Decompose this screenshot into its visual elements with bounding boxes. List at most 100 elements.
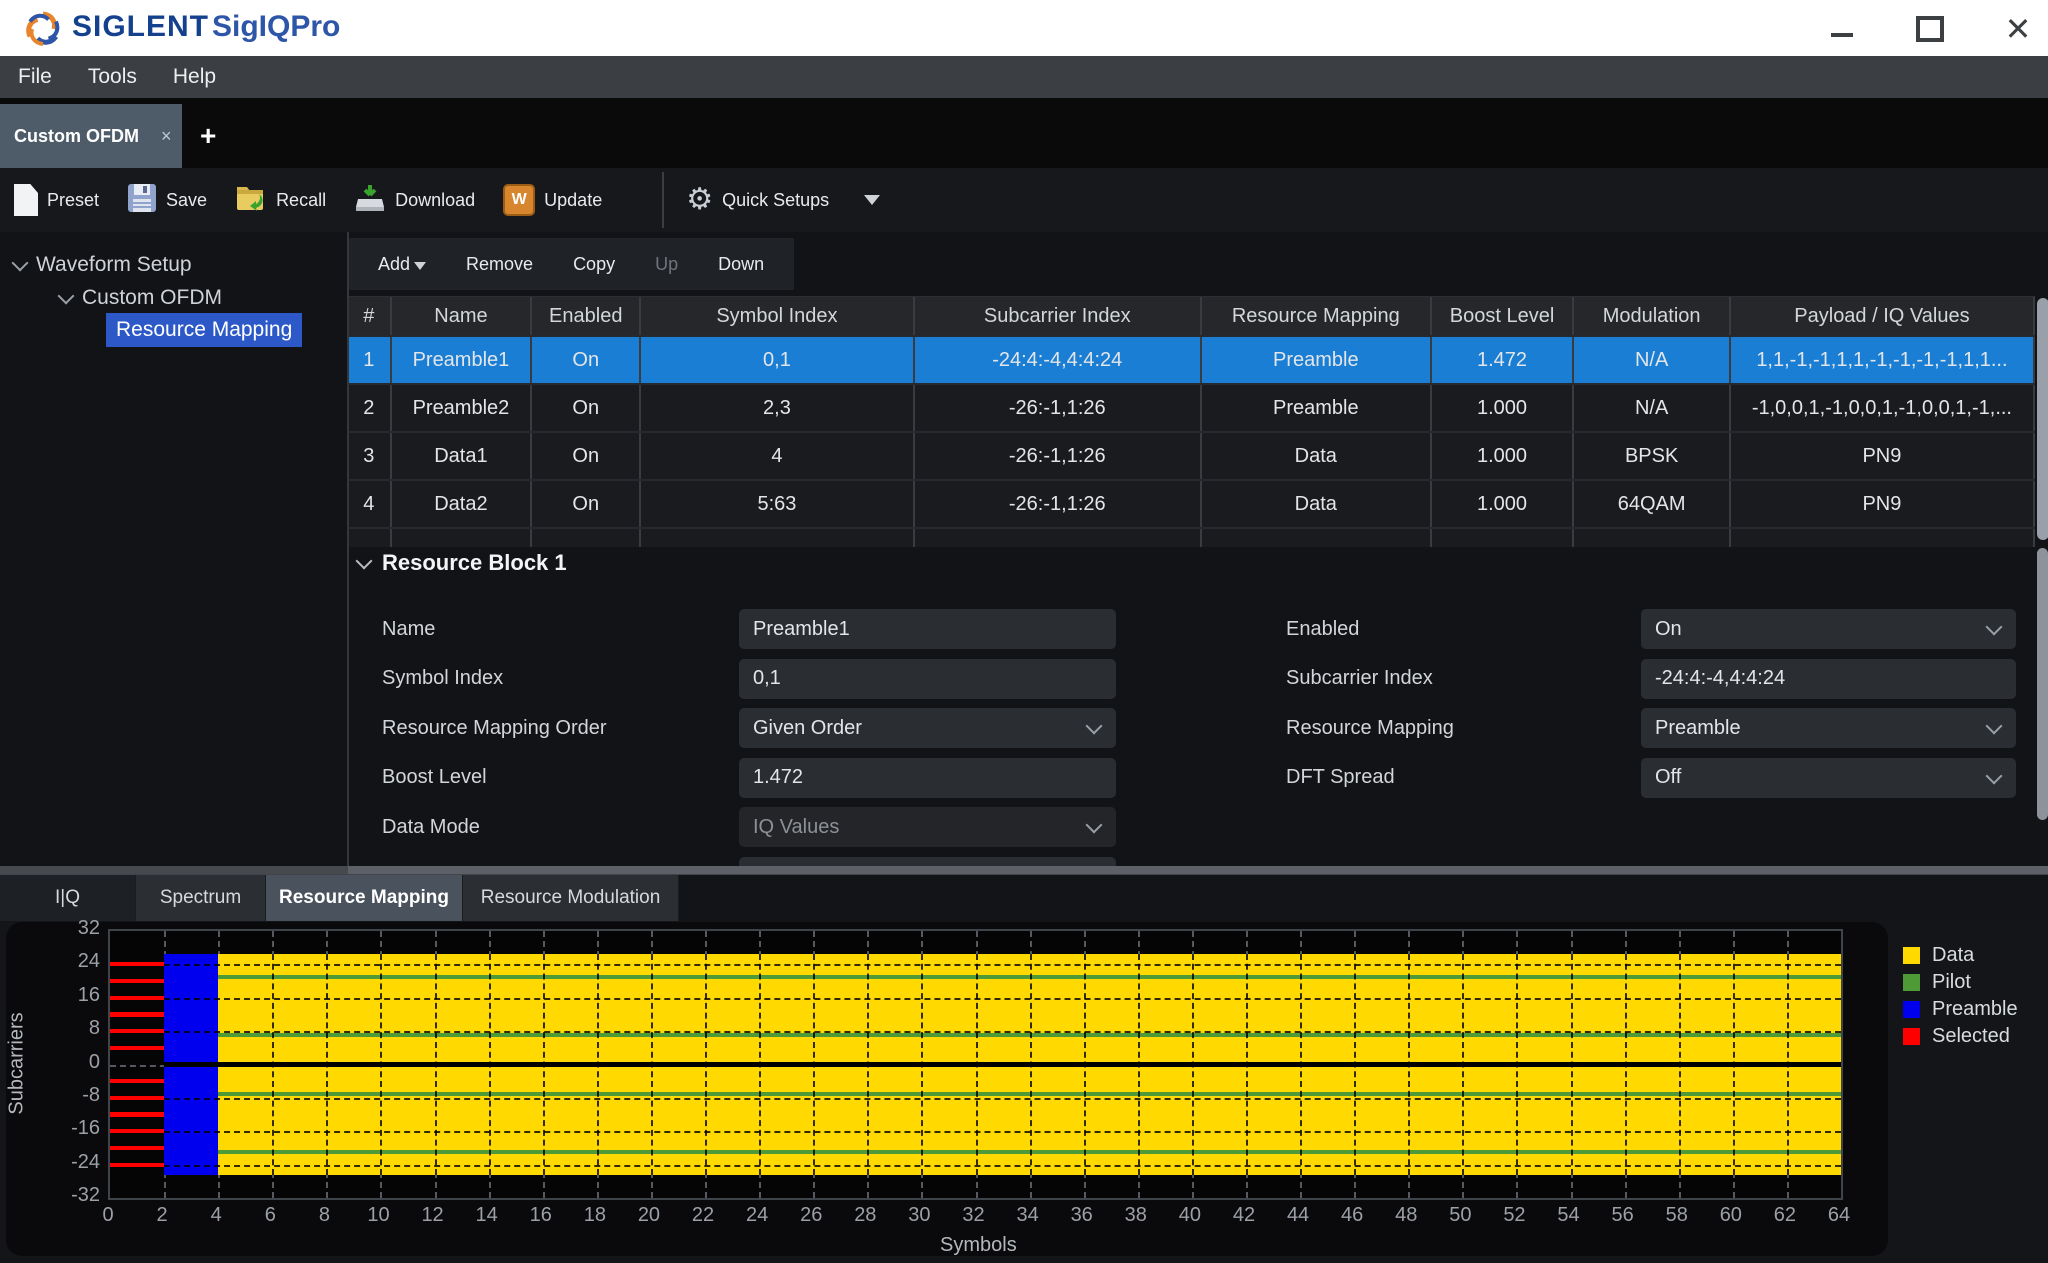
input-boost-level[interactable]: 1.472 <box>739 758 1116 798</box>
splitter-segment <box>0 866 348 874</box>
chevron-down-icon <box>1086 817 1103 834</box>
cell: N/A <box>1574 337 1731 383</box>
tree-item-waveform-setup[interactable]: Waveform Setup <box>14 248 192 282</box>
column-header-resource-mapping: Resource Mapping <box>1202 297 1432 335</box>
gridline-horizontal-dark <box>164 998 1841 1000</box>
copy-row-button[interactable]: Copy <box>553 254 635 275</box>
dropdown-arrow-icon <box>864 195 880 205</box>
input-symbol-index[interactable]: 0,1 <box>739 659 1116 699</box>
y-tick-label: -32 <box>44 1184 100 1207</box>
table-scrollbar[interactable] <box>2037 298 2048 540</box>
cell: Data2 <box>392 481 533 527</box>
floppy-disk-icon <box>127 183 157 218</box>
menu-item-tools[interactable]: Tools <box>70 56 155 98</box>
expand-chevron-icon[interactable] <box>58 288 75 305</box>
legend-item: Selected <box>1903 1025 2010 1048</box>
table-row-partial[interactable] <box>348 529 2035 547</box>
x-tick-label: 12 <box>409 1204 457 1227</box>
cell <box>641 529 914 547</box>
input-name[interactable]: Preamble1 <box>739 609 1116 649</box>
minimize-button[interactable] <box>1812 14 1872 44</box>
resource-mapping-plot <box>108 929 1843 1200</box>
tab-close-icon[interactable]: × <box>161 126 172 147</box>
view-tab-resource-mapping[interactable]: Resource Mapping <box>266 875 463 921</box>
cell: 2 <box>348 385 392 431</box>
input-subcarrier-index[interactable]: -24:4:-4,4:4:24 <box>1641 659 2016 699</box>
cell: Preamble1 <box>392 337 533 383</box>
menu-bar: FileToolsHelp <box>0 56 2048 98</box>
update-button[interactable]: WUpdate <box>489 168 616 232</box>
recall-label: Recall <box>276 190 326 211</box>
cell <box>532 529 641 547</box>
form-scrollbar[interactable] <box>2037 548 2048 820</box>
gridline-horizontal-dark <box>164 964 1841 966</box>
y-tick-label: -16 <box>44 1117 100 1140</box>
select-resource-mapping-order[interactable]: Given Order <box>739 708 1116 748</box>
cell <box>1574 529 1731 547</box>
action-label: Up <box>655 254 678 275</box>
resource-block-header[interactable]: Resource Block 1 <box>358 550 567 576</box>
table-row[interactable]: 2Preamble2On2,3-26:-1,1:26Preamble1.000N… <box>348 385 2035 433</box>
table-action-strip: AddRemove Copy Up Down <box>348 238 794 290</box>
horizontal-splitter[interactable] <box>0 866 2048 874</box>
input-iq-values[interactable]: 1,1,-1,-1,1,1... [48 samples Array] <box>739 857 1116 867</box>
down-row-button[interactable]: Down <box>698 254 784 275</box>
add-row-button[interactable]: Add <box>358 254 446 275</box>
select-data-mode[interactable]: IQ Values <box>739 807 1116 847</box>
select-enabled[interactable]: On <box>1641 609 2016 649</box>
view-tab-i-q[interactable]: I|Q <box>0 875 136 921</box>
tree-item-resource-mapping[interactable]: Resource Mapping <box>106 313 302 347</box>
document-tab-bar: Custom OFDM × + <box>0 98 2048 168</box>
cell <box>915 529 1202 547</box>
tree-item-custom-ofdm[interactable]: Custom OFDM <box>60 281 222 315</box>
cell: Data1 <box>392 433 533 479</box>
expand-chevron-icon[interactable] <box>12 255 29 272</box>
new-tab-button[interactable]: + <box>200 120 216 152</box>
recall-button[interactable]: Recall <box>221 168 340 232</box>
preset-button[interactable]: Preset <box>0 168 113 232</box>
x-tick-label: 34 <box>1004 1204 1052 1227</box>
cell <box>1202 529 1432 547</box>
resource-block-form: NamePreamble1Symbol Index0,1Resource Map… <box>348 580 2038 866</box>
select-resource-mapping[interactable]: Preamble <box>1641 708 2016 748</box>
table-row[interactable]: 1Preamble1On0,1-24:4:-4,4:4:24Preamble1.… <box>348 337 2035 385</box>
cell: 4 <box>348 481 392 527</box>
close-button[interactable]: ✕ <box>1988 14 2048 44</box>
tab-custom-ofdm[interactable]: Custom OFDM × <box>0 104 182 168</box>
menu-item-help[interactable]: Help <box>155 56 234 98</box>
column-header-modulation: Modulation <box>1574 297 1731 335</box>
view-tab-spectrum[interactable]: Spectrum <box>136 875 266 921</box>
y-axis-label: Subcarriers <box>6 1012 29 1114</box>
field-label-resource-mapping: Resource Mapping <box>1286 708 1454 748</box>
cell: 4 <box>641 433 914 479</box>
up-row-button[interactable]: Up <box>635 254 698 275</box>
cell: -1,0,0,1,-1,0,0,1,-1,0,0,1,-1,... <box>1731 385 2035 431</box>
column-header-index: # <box>348 297 392 335</box>
x-tick-label: 4 <box>192 1204 240 1227</box>
quick-setups-button[interactable]: ⚙Quick Setups <box>672 168 894 232</box>
x-tick-label: 44 <box>1274 1204 1322 1227</box>
cell: 2,3 <box>641 385 914 431</box>
update-label: Update <box>544 190 602 211</box>
x-tick-label: 64 <box>1815 1204 1863 1227</box>
field-label-name: Name <box>382 609 435 649</box>
view-tab-bar: I|QSpectrumResource MappingResource Modu… <box>0 874 2048 921</box>
table-row[interactable]: 3Data1On4-26:-1,1:26Data1.000BPSKPN9 <box>348 433 2035 481</box>
app-window: SIGLENT SigIQPro ✕ FileToolsHelp Custom … <box>0 0 2048 1263</box>
selected-subcarrier-bar <box>110 1163 164 1167</box>
view-tab-resource-modulation[interactable]: Resource Modulation <box>463 875 679 921</box>
select-dft-spread[interactable]: Off <box>1641 758 2016 798</box>
action-label: Copy <box>573 254 615 275</box>
cell <box>1731 529 2035 547</box>
maximize-button[interactable] <box>1900 14 1960 44</box>
download-button[interactable]: Download <box>340 168 489 232</box>
menu-item-file[interactable]: File <box>0 56 70 98</box>
table-row[interactable]: 4Data2On5:63-26:-1,1:26Data1.00064QAMPN9 <box>348 481 2035 529</box>
legend-label: Selected <box>1932 1025 2010 1048</box>
save-button[interactable]: Save <box>113 168 221 232</box>
remove-row-button[interactable]: Remove <box>446 254 553 275</box>
table-header-row: #NameEnabledSymbol IndexSubcarrier Index… <box>348 297 2035 337</box>
blank-document-icon <box>14 184 38 216</box>
cell: PN9 <box>1731 481 2035 527</box>
y-tick-label: -8 <box>44 1084 100 1107</box>
